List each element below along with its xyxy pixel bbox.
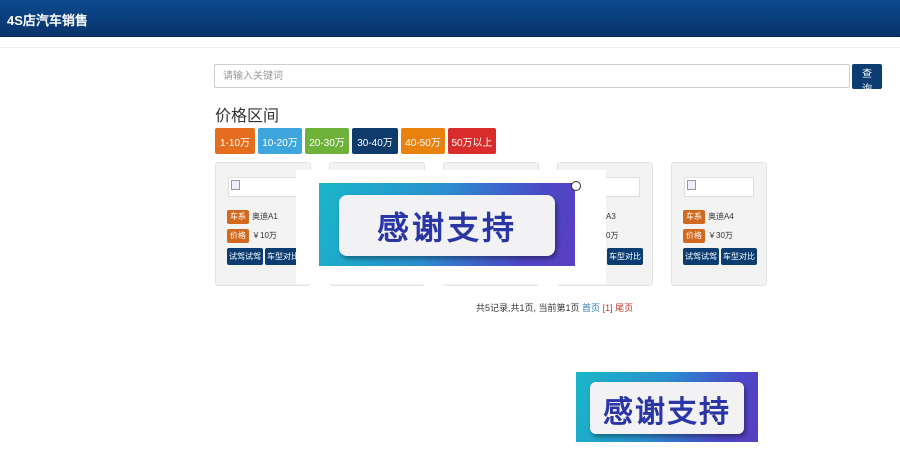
test-drive-button[interactable]: 试驾试驾 — [683, 248, 719, 265]
price-range-30-40[interactable]: 30-40万 — [352, 128, 398, 154]
broken-image-icon — [687, 180, 696, 190]
price-range-1-10[interactable]: 1-10万 — [215, 128, 255, 154]
search-input[interactable] — [214, 64, 850, 88]
compare-button[interactable]: 车型对比 — [607, 248, 643, 265]
price-tag: 价格 — [683, 229, 705, 243]
navbar-divider — [0, 47, 900, 48]
thanks-banner-small: 感谢支持 — [576, 372, 758, 442]
search-button[interactable]: 查询 — [852, 64, 882, 95]
series-tag: 车系 — [227, 210, 249, 224]
price-range-40-50[interactable]: 40-50万 — [401, 128, 445, 154]
series-tag: 车系 — [683, 210, 705, 224]
current-page-link[interactable]: [1] — [603, 303, 613, 313]
broken-image-icon — [231, 180, 240, 190]
first-page-link[interactable]: 首页 — [582, 303, 600, 313]
test-drive-button[interactable]: 试驾试驾 — [227, 248, 263, 265]
car-series-partial: A3 — [606, 212, 616, 221]
price-range-10-20[interactable]: 10-20万 — [258, 128, 302, 154]
price-tag: 价格 — [227, 229, 249, 243]
brand-title[interactable]: 4S店汽车销售 — [7, 10, 88, 29]
car-image[interactable] — [228, 177, 298, 197]
thanks-banner-plate: 感谢支持 — [339, 195, 555, 256]
pagination: 共5记录,共1页, 当前第1页 首页 [1] 尾页 — [476, 301, 633, 314]
car-price: ￥30万 — [708, 231, 733, 240]
cursor-icon — [571, 181, 581, 191]
car-price: ￥10万 — [252, 231, 277, 240]
car-price-partial: 0万 — [606, 231, 619, 240]
last-page-link[interactable]: 尾页 — [615, 303, 633, 313]
price-range-20-30[interactable]: 20-30万 — [305, 128, 349, 154]
price-range-heading: 价格区间 — [215, 106, 280, 125]
compare-button[interactable]: 车型对比 — [721, 248, 757, 265]
price-range-50-plus[interactable]: 50万以上 — [448, 128, 496, 154]
pagination-summary: 共5记录,共1页, 当前第1页 — [476, 303, 580, 313]
car-image[interactable] — [684, 177, 754, 197]
car-series: 奥迪A1 — [252, 212, 278, 221]
thanks-banner-text: 感谢支持 — [603, 396, 731, 429]
top-navbar: 4S店汽车销售 — [0, 0, 900, 37]
thanks-banner: 感谢支持 — [319, 183, 575, 266]
car-series: 奥迪A4 — [708, 212, 734, 221]
car-card: 车系 奥迪A4 价格 ￥30万 试驾试驾 车型对比 — [671, 162, 767, 286]
thanks-banner-text: 感谢支持 — [376, 210, 517, 246]
thanks-banner-plate: 感谢支持 — [590, 382, 744, 434]
